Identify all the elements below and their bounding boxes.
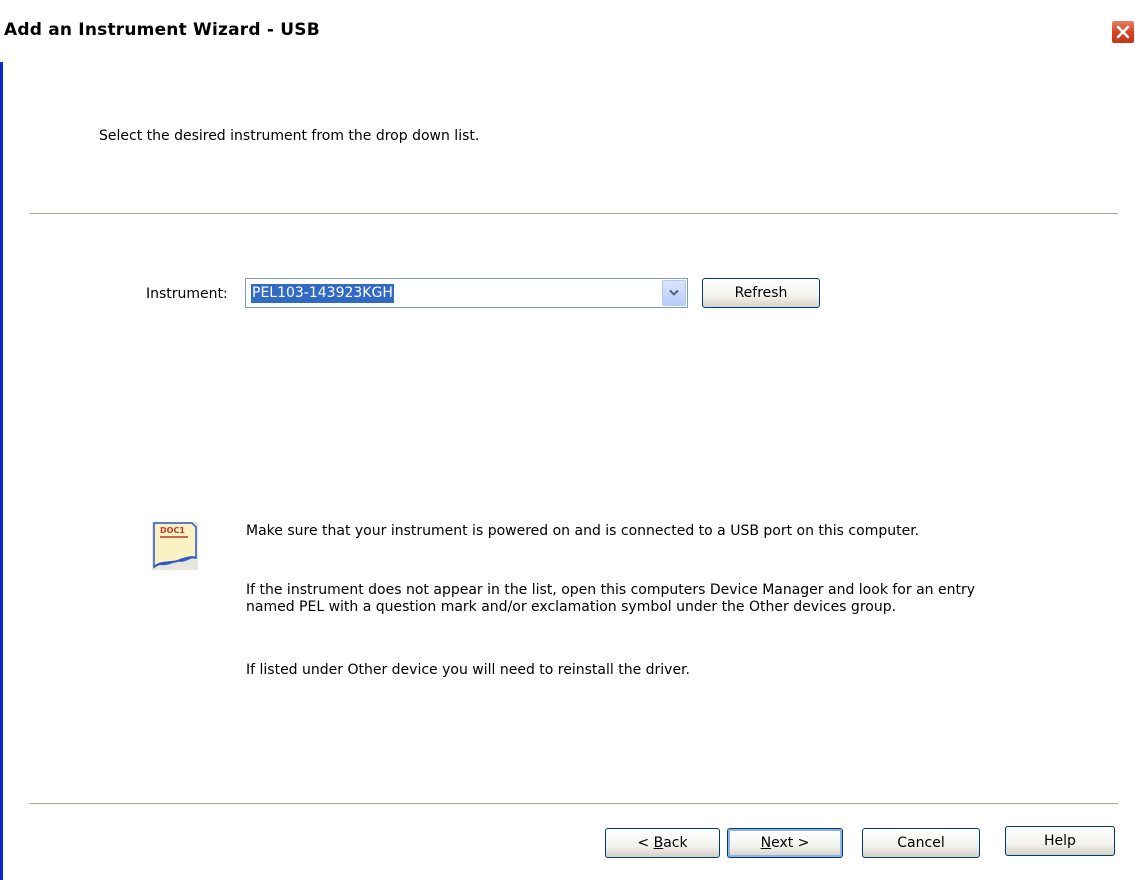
next-rest: ext > <box>771 835 810 851</box>
window-title: Add an Instrument Wizard - USB <box>4 20 320 40</box>
dropdown-arrow-button[interactable] <box>662 280 686 306</box>
cancel-button[interactable]: Cancel <box>862 828 980 858</box>
back-mnemonic: B <box>653 835 664 851</box>
back-prefix: < <box>637 835 654 851</box>
header-divider <box>29 213 1118 215</box>
footer-divider <box>29 803 1118 805</box>
window-border <box>0 62 3 880</box>
info-device-manager-line2: named PEL with a question mark and/or ex… <box>246 599 897 615</box>
back-rest: ack <box>663 835 688 851</box>
info-device-manager-line1: If the instrument does not appear in the… <box>246 582 975 598</box>
close-icon <box>1116 25 1130 39</box>
next-button[interactable]: Next > <box>727 828 843 858</box>
info-reinstall-driver: If listed under Other device you will ne… <box>246 662 690 678</box>
chevron-down-icon <box>669 289 679 296</box>
info-powered-on: Make sure that your instrument is powere… <box>246 523 920 539</box>
instruction-text: Select the desired instrument from the d… <box>99 128 480 144</box>
next-mnemonic: N <box>760 835 772 851</box>
title-bar: Add an Instrument Wizard - USB <box>0 0 1135 62</box>
instrument-label: Instrument: <box>146 286 228 302</box>
refresh-button[interactable]: Refresh <box>702 278 820 308</box>
help-button[interactable]: Help <box>1005 826 1115 856</box>
back-button[interactable]: < Back <box>605 828 720 858</box>
document-icon: DOC1 <box>152 522 198 570</box>
close-button[interactable] <box>1111 20 1135 44</box>
instrument-selected-value: PEL103-143923KGH <box>251 284 394 303</box>
document-icon-label: DOC1 <box>160 526 185 535</box>
instrument-dropdown[interactable]: PEL103-143923KGH <box>245 278 688 308</box>
